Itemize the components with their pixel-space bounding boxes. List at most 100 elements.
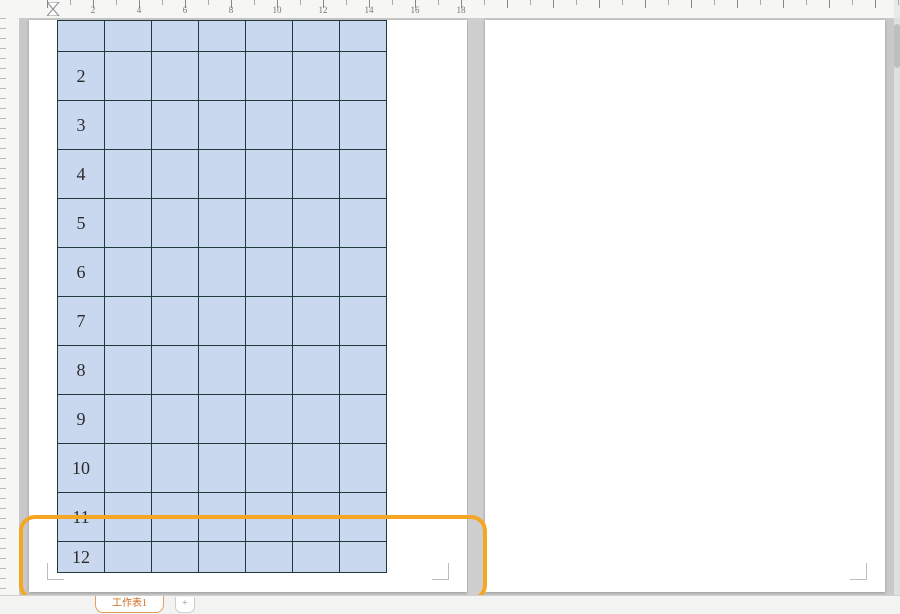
row-header-cell[interactable]: 4: [58, 150, 105, 199]
table-cell[interactable]: [246, 444, 293, 493]
table-cell[interactable]: [152, 346, 199, 395]
table-cell[interactable]: [246, 297, 293, 346]
row-header-cell[interactable]: 12: [58, 542, 105, 573]
row-header-cell[interactable]: 8: [58, 346, 105, 395]
scrollbar-thumb[interactable]: [894, 24, 900, 68]
row-header-cell[interactable]: [58, 21, 105, 52]
row-header-cell[interactable]: 3: [58, 101, 105, 150]
table-cell[interactable]: [152, 248, 199, 297]
table-cell[interactable]: [340, 395, 387, 444]
row-header-cell[interactable]: 11: [58, 493, 105, 542]
table-cell[interactable]: [246, 150, 293, 199]
row-header-cell[interactable]: 6: [58, 248, 105, 297]
table-row[interactable]: [58, 21, 387, 52]
table-cell[interactable]: [105, 297, 152, 346]
table-cell[interactable]: [152, 21, 199, 52]
table-cell[interactable]: [199, 52, 246, 101]
table-cell[interactable]: [199, 199, 246, 248]
table-cell[interactable]: [246, 395, 293, 444]
indent-marker-icon[interactable]: [47, 2, 61, 16]
table-cell[interactable]: [152, 493, 199, 542]
table-cell[interactable]: [152, 101, 199, 150]
table-cell[interactable]: [340, 346, 387, 395]
table-cell[interactable]: [340, 150, 387, 199]
table-cell[interactable]: [199, 21, 246, 52]
row-header-cell[interactable]: 7: [58, 297, 105, 346]
table-cell[interactable]: [199, 150, 246, 199]
table-row[interactable]: 5: [58, 199, 387, 248]
table-cell[interactable]: [293, 101, 340, 150]
table-cell[interactable]: [199, 444, 246, 493]
table-row[interactable]: 11: [58, 493, 387, 542]
vertical-ruler[interactable]: [0, 0, 20, 596]
table-cell[interactable]: [293, 542, 340, 573]
table-cell[interactable]: [246, 52, 293, 101]
table-cell[interactable]: [293, 395, 340, 444]
table-cell[interactable]: [293, 199, 340, 248]
table-cell[interactable]: [246, 21, 293, 52]
table-cell[interactable]: [199, 395, 246, 444]
table-cell[interactable]: [105, 21, 152, 52]
table-cell[interactable]: [105, 444, 152, 493]
table-cell[interactable]: [293, 346, 340, 395]
sheet-tab[interactable]: 工作表1: [95, 596, 164, 613]
table-cell[interactable]: [105, 150, 152, 199]
table-cell[interactable]: [340, 52, 387, 101]
table-cell[interactable]: [246, 493, 293, 542]
table-cell[interactable]: [152, 150, 199, 199]
table-cell[interactable]: [246, 199, 293, 248]
row-header-cell[interactable]: 10: [58, 444, 105, 493]
table-cell[interactable]: [152, 542, 199, 573]
table-cell[interactable]: [152, 297, 199, 346]
table-row[interactable]: 2: [58, 52, 387, 101]
document-table[interactable]: 23456789101112: [57, 20, 387, 573]
row-header-cell[interactable]: 9: [58, 395, 105, 444]
table-cell[interactable]: [199, 346, 246, 395]
add-sheet-button[interactable]: +: [175, 597, 195, 613]
table-row[interactable]: 8: [58, 346, 387, 395]
table-cell[interactable]: [246, 101, 293, 150]
table-cell[interactable]: [340, 199, 387, 248]
table-cell[interactable]: [293, 297, 340, 346]
table-cell[interactable]: [105, 346, 152, 395]
table-cell[interactable]: [340, 21, 387, 52]
table-row[interactable]: 4: [58, 150, 387, 199]
table-cell[interactable]: [105, 248, 152, 297]
table-cell[interactable]: [340, 444, 387, 493]
table-cell[interactable]: [246, 346, 293, 395]
table-cell[interactable]: [293, 150, 340, 199]
table-cell[interactable]: [152, 199, 199, 248]
page-1[interactable]: ▾ 23456789101112: [29, 20, 467, 592]
table-row[interactable]: 9: [58, 395, 387, 444]
table-row[interactable]: 6: [58, 248, 387, 297]
table-cell[interactable]: [199, 542, 246, 573]
vertical-scrollbar[interactable]: [894, 18, 900, 596]
table-cell[interactable]: [246, 248, 293, 297]
table-cell[interactable]: [293, 444, 340, 493]
table-cell[interactable]: [152, 395, 199, 444]
row-header-cell[interactable]: 5: [58, 199, 105, 248]
table-cell[interactable]: [105, 52, 152, 101]
table-cell[interactable]: [293, 248, 340, 297]
table-cell[interactable]: [340, 297, 387, 346]
page-2[interactable]: [485, 20, 885, 592]
horizontal-ruler[interactable]: 24681012141618: [19, 0, 894, 19]
table-cell[interactable]: [340, 248, 387, 297]
table-row[interactable]: 12: [58, 542, 387, 573]
table-cell[interactable]: [199, 101, 246, 150]
table-cell[interactable]: [199, 297, 246, 346]
table-cell[interactable]: [105, 199, 152, 248]
table-cell[interactable]: [199, 493, 246, 542]
table-cell[interactable]: [105, 542, 152, 573]
table-cell[interactable]: [340, 542, 387, 573]
table-cell[interactable]: [152, 52, 199, 101]
table-cell[interactable]: [105, 101, 152, 150]
table-cell[interactable]: [105, 395, 152, 444]
table-row[interactable]: 10: [58, 444, 387, 493]
table-row[interactable]: 7: [58, 297, 387, 346]
table-cell[interactable]: [293, 21, 340, 52]
table-cell[interactable]: [246, 542, 293, 573]
table-cell[interactable]: [105, 493, 152, 542]
table-cell[interactable]: [340, 493, 387, 542]
table-cell[interactable]: [199, 248, 246, 297]
